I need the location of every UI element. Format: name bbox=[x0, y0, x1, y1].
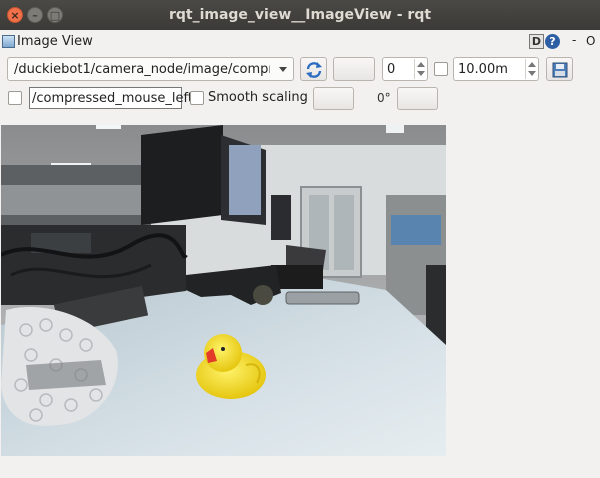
title-bar[interactable]: × – □ rqt_image_view__ImageView - rqt bbox=[0, 0, 600, 30]
plugin-title: Image View bbox=[17, 34, 93, 49]
save-image-button[interactable] bbox=[546, 57, 573, 81]
arrow-down-icon[interactable] bbox=[528, 71, 536, 76]
smooth-scaling-label[interactable]: Smooth scaling bbox=[208, 90, 308, 105]
dynamic-range-checkbox[interactable] bbox=[434, 62, 448, 76]
camera-image[interactable] bbox=[1, 125, 446, 456]
chevron-down-icon bbox=[279, 67, 287, 72]
timeout-spinbox-value: 10.00m bbox=[458, 62, 508, 77]
image-view-icon bbox=[2, 35, 15, 48]
mouse-topic-input[interactable]: /compressed_mouse_left bbox=[29, 87, 193, 109]
refresh-icon bbox=[306, 62, 322, 78]
camera-frame-illustration bbox=[1, 125, 446, 456]
smooth-scaling-checkbox[interactable] bbox=[190, 91, 204, 105]
save-icon bbox=[552, 62, 568, 78]
spin-arrows[interactable] bbox=[525, 59, 537, 79]
rqt-window: × – □ rqt_image_view__ImageView - rqt Im… bbox=[0, 0, 600, 478]
plugin-header: Image View D ? - O bbox=[0, 31, 600, 53]
rotation-label: 0° bbox=[377, 91, 391, 105]
rotate-right-button[interactable] bbox=[397, 87, 438, 110]
plugin-close-button[interactable]: O bbox=[586, 34, 595, 48]
timeout-spinbox[interactable]: 10.00m bbox=[453, 57, 539, 81]
arrow-up-icon[interactable] bbox=[417, 62, 425, 67]
rotation-spinbox[interactable]: 0 bbox=[382, 57, 428, 81]
mouse-topic-input-value: /compressed_mouse_left bbox=[32, 91, 193, 106]
topic-select[interactable]: /duckiebot1/camera_node/image/compressed bbox=[7, 57, 294, 81]
plugin-minimize-button[interactable]: - bbox=[572, 33, 576, 47]
spin-arrows[interactable] bbox=[414, 59, 426, 79]
window-title: rqt_image_view__ImageView - rqt bbox=[168, 7, 432, 23]
topic-select-value: /duckiebot1/camera_node/image/compressed bbox=[14, 62, 270, 77]
dock-d-button[interactable]: D bbox=[529, 34, 544, 49]
arrow-down-icon[interactable] bbox=[417, 71, 425, 76]
help-icon[interactable]: ? bbox=[545, 34, 560, 49]
rotate-left-button[interactable] bbox=[313, 87, 354, 110]
rotation-spinbox-value: 0 bbox=[387, 62, 396, 77]
zoom-button[interactable] bbox=[333, 57, 375, 81]
arrow-up-icon[interactable] bbox=[528, 62, 536, 67]
publish-mouse-checkbox[interactable] bbox=[8, 91, 22, 105]
refresh-topics-button[interactable] bbox=[300, 57, 327, 81]
